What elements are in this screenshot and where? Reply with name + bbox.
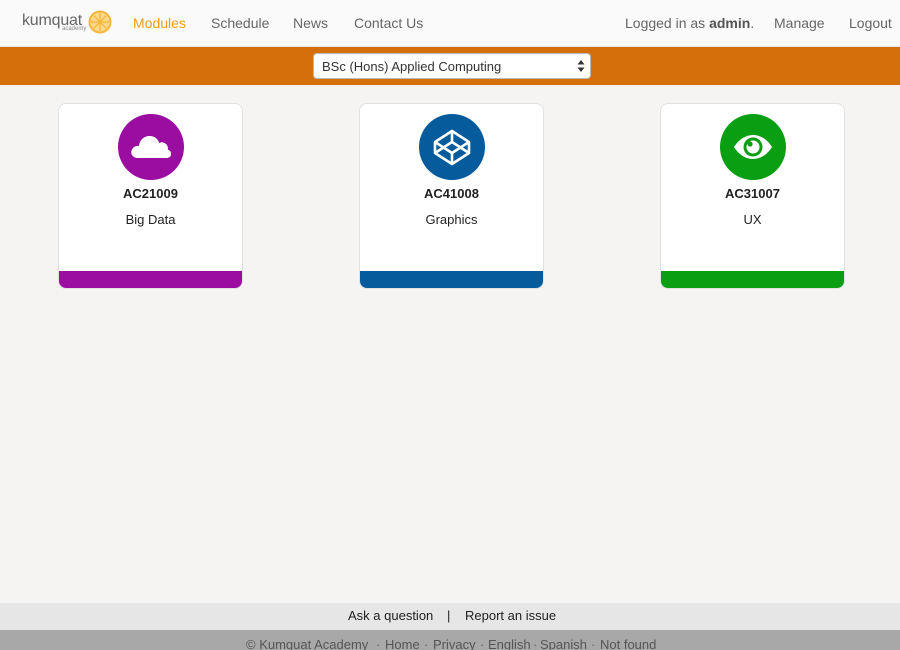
module-icon-circle: [720, 114, 786, 180]
footer-links-bar: © Kumquat Academy · Home · Privacy · Eng…: [0, 630, 900, 650]
footer-link-english[interactable]: English: [488, 637, 531, 650]
logged-in-prefix: Logged in as: [625, 15, 710, 31]
logout-link[interactable]: Logout: [849, 15, 892, 31]
footer-link-privacy[interactable]: Privacy: [433, 637, 476, 650]
footer-dot-separator: ·: [591, 637, 596, 650]
module-name: Big Data: [125, 212, 176, 227]
footer-dot-separator: ·: [480, 637, 485, 650]
kumquat-logo[interactable]: kumquat academy: [22, 9, 114, 39]
copyright-text: © Kumquat Academy: [246, 637, 369, 650]
course-select-value: BSc (Hons) Applied Computing: [322, 59, 502, 74]
module-code: AC21009: [123, 186, 178, 201]
footer-link-home[interactable]: Home: [385, 637, 420, 650]
module-card-big-data[interactable]: AC21009 Big Data: [58, 103, 243, 289]
module-card-ux[interactable]: AC31007 UX: [660, 103, 845, 289]
report-issue-link[interactable]: Report an issue: [465, 608, 556, 623]
logged-in-username: admin: [709, 15, 751, 31]
manage-link[interactable]: Manage: [774, 15, 825, 31]
eye-icon: [734, 135, 772, 159]
nav-contact-us[interactable]: Contact Us: [354, 15, 423, 31]
orange-slice-icon: [88, 10, 112, 34]
footer-link-spanish[interactable]: Spanish: [540, 637, 587, 650]
module-code: AC41008: [424, 186, 479, 201]
logged-in-suffix: .: [750, 15, 755, 31]
footer-help-bar: Ask a question | Report an issue: [0, 603, 900, 630]
top-navbar: kumquat academy Modules Schedule News Co…: [0, 0, 900, 47]
codepen-cube-icon: [433, 129, 471, 166]
nav-schedule[interactable]: Schedule: [211, 15, 269, 31]
course-select[interactable]: BSc (Hons) Applied Computing: [313, 53, 591, 79]
footer-dot-separator: ·: [424, 637, 429, 650]
module-name: Graphics: [425, 212, 478, 227]
footer-separator: |: [447, 608, 451, 623]
module-icon-circle: [118, 114, 184, 180]
module-color-bar: [59, 271, 242, 288]
footer-link-not-found[interactable]: Not found: [600, 637, 656, 650]
module-code: AC31007: [725, 186, 780, 201]
logged-in-status: Logged in as admin.: [625, 15, 754, 31]
footer-dot-separator: ·: [533, 637, 538, 650]
module-name: UX: [743, 212, 762, 227]
course-selector-band: BSc (Hons) Applied Computing: [0, 47, 900, 85]
logo-subtext: academy: [62, 26, 87, 32]
module-color-bar: [661, 271, 844, 288]
module-card-graphics[interactable]: AC41008 Graphics: [359, 103, 544, 289]
select-updown-arrows-icon: [577, 60, 585, 72]
module-icon-circle: [419, 114, 485, 180]
cloud-icon: [131, 136, 172, 158]
module-color-bar: [360, 271, 543, 288]
ask-question-link[interactable]: Ask a question: [348, 608, 433, 623]
footer-dot-separator: ·: [376, 637, 381, 650]
nav-news[interactable]: News: [293, 15, 328, 31]
nav-modules[interactable]: Modules: [133, 15, 186, 31]
